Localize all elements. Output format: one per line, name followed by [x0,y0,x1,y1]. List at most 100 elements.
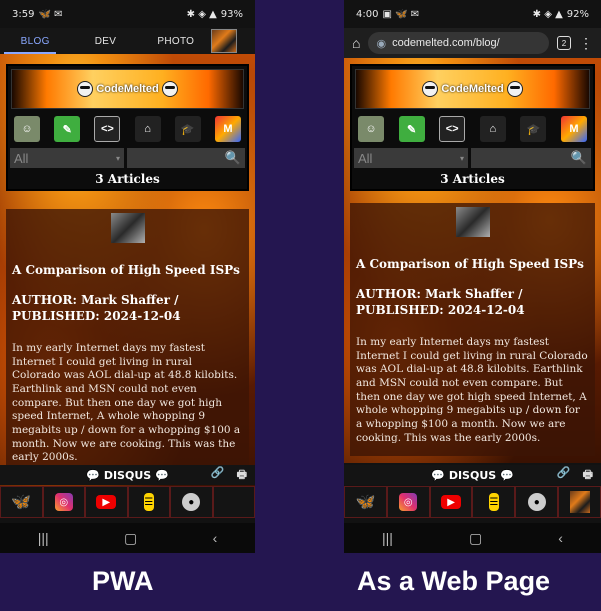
search-input[interactable]: 🔍 [127,148,245,168]
page-content: CodeMelted ☺ ✎ <> ⌂ 🎓 M All ▾ 🔍 3 Article… [344,58,601,463]
site-header: CodeMelted ☺ ✎ <> ⌂ 🎓 M All ▾ 🔍 3 Article… [6,64,249,191]
logo-banner: CodeMelted [11,69,244,109]
category-select-value: All [14,150,29,166]
social-buy-coffee[interactable]: ☰ [127,486,170,518]
instagram-icon: ◎ [54,493,73,511]
notification-icons: 🦋 ✉ [38,8,63,20]
signal-icons: ✱ ◈ ▲ [532,8,563,20]
signal-icons: ✱ ◈ ▲ [186,8,217,20]
profile-photo-icon[interactable]: ☺ [358,116,384,142]
social-youtube[interactable]: ▶ [85,486,128,518]
logo-face-icon [506,81,523,97]
notification-icons: ▣ 🦋 ✉ [382,8,420,20]
tab-bar: BLOG DEV PHOTO [0,28,255,54]
recent-apps-icon[interactable]: ||| [38,530,49,546]
page-content: CodeMelted ☺ ✎ <> ⌂ 🎓 M All ▾ 🔍 3 Article… [0,54,255,493]
article-card: A Comparison of High Speed ISPs AUTHOR: … [350,203,595,456]
search-icon[interactable]: 🔍 [225,150,241,166]
android-nav-bar: ||| ▢ ‹ [0,523,255,553]
logo-text: CodeMelted [441,83,504,95]
coffee-icon: ☰ [143,493,154,511]
social-buy-coffee[interactable]: ☰ [472,486,516,518]
back-icon[interactable]: ‹ [213,530,218,546]
profile-avatar-icon [569,491,590,513]
github-icon: ● [527,493,546,511]
disqus-button[interactable]: 💬 DISQUS 💬 [86,469,168,482]
multicolor-m-icon[interactable]: M [214,116,241,142]
article-thumbnail[interactable] [110,213,145,243]
logo-banner: CodeMelted [355,69,590,109]
android-nav-bar: ||| ▢ ‹ [344,523,601,553]
link-icon[interactable]: 🔗 [557,466,571,485]
home-icon[interactable]: ▢ [469,530,482,547]
tab-photo[interactable]: PHOTO [141,36,211,47]
education-icon[interactable]: 🎓 [174,116,201,142]
article-title[interactable]: A Comparison of High Speed ISPs [356,257,589,271]
coffee-icon: ☰ [488,493,499,511]
instagram-icon: ◎ [399,493,418,511]
search-icon[interactable]: 🔍 [571,150,587,166]
social-bluesky[interactable]: 🦋 [0,486,43,518]
social-instagram[interactable]: ◎ [386,486,430,518]
code-icon[interactable]: <> [439,116,466,142]
tab-dev[interactable]: DEV [70,36,140,47]
article-body: In my early Internet days my fastest Int… [356,336,588,444]
social-empty[interactable] [212,486,255,518]
site-info-icon[interactable]: ◉ [376,37,386,50]
chevron-down-icon: ▾ [459,153,464,163]
butterfly-icon: 🦋 [11,494,32,511]
back-icon[interactable]: ‹ [558,530,563,546]
site-logo[interactable]: CodeMelted [77,81,178,97]
article-thumbnail[interactable] [455,207,490,237]
recent-apps-icon[interactable]: ||| [382,530,393,546]
profile-avatar[interactable] [210,29,237,53]
category-select[interactable]: All ▾ [354,148,468,168]
site-logo[interactable]: CodeMelted [422,81,523,97]
search-input[interactable]: 🔍 [471,148,591,168]
article-body: In my early Internet days my fastest Int… [12,342,241,464]
print-icon[interactable]: 🖶 [583,466,593,485]
logo-face-icon [161,81,178,97]
disqus-button[interactable]: 💬 DISQUS 💬 [431,469,513,482]
article-author: AUTHOR: Mark Shaffer / PUBLISHED: 2024-1… [12,293,181,323]
network-icon[interactable]: ⌂ [479,116,506,142]
social-bluesky[interactable]: 🦋 [344,486,387,518]
youtube-icon: ▶ [441,495,462,509]
social-github[interactable]: ● [515,486,559,518]
url-text: codemelted.com/blog/ [392,37,500,49]
tools-icon[interactable]: ✎ [398,116,425,142]
article-title[interactable]: A Comparison of High Speed ISPs [12,263,243,277]
home-icon[interactable]: ⌂ [352,35,360,51]
filter-row: All ▾ 🔍 [8,146,247,170]
link-icon[interactable]: 🔗 [211,466,225,485]
more-menu-icon[interactable]: ⋮ [579,35,593,52]
youtube-icon: ▶ [96,495,117,509]
social-youtube[interactable]: ▶ [429,486,473,518]
code-icon[interactable]: <> [94,116,121,142]
social-bar: 🦋 ◎ ▶ ☰ ● [0,486,255,518]
articles-count: 3 Articles [440,172,505,186]
category-select-value: All [358,150,373,166]
github-icon: ● [182,493,201,511]
profile-photo-icon[interactable]: ☺ [14,116,40,142]
tab-count-button[interactable]: 2 [557,36,571,50]
battery-level: 92% [566,8,589,20]
home-icon[interactable]: ▢ [124,530,137,547]
status-time: 3:59 [12,8,35,20]
category-select[interactable]: All ▾ [10,148,124,168]
battery-level: 93% [220,8,243,20]
social-github[interactable]: ● [170,486,213,518]
multicolor-m-icon[interactable]: M [560,116,587,142]
url-field[interactable]: ◉ codemelted.com/blog/ [368,32,549,54]
social-instagram[interactable]: ◎ [42,486,85,518]
chevron-down-icon: ▾ [115,153,120,163]
tools-icon[interactable]: ✎ [54,116,81,142]
education-icon[interactable]: 🎓 [520,116,547,142]
network-icon[interactable]: ⌂ [134,116,161,142]
social-profile[interactable] [558,486,601,518]
print-icon[interactable]: 🖶 [237,466,247,485]
logo-face-icon [77,81,94,97]
site-header: CodeMelted ☺ ✎ <> ⌂ 🎓 M All ▾ 🔍 3 Article… [350,64,595,191]
filter-row: All ▾ 🔍 [352,146,593,170]
tab-blog[interactable]: BLOG [0,36,70,47]
